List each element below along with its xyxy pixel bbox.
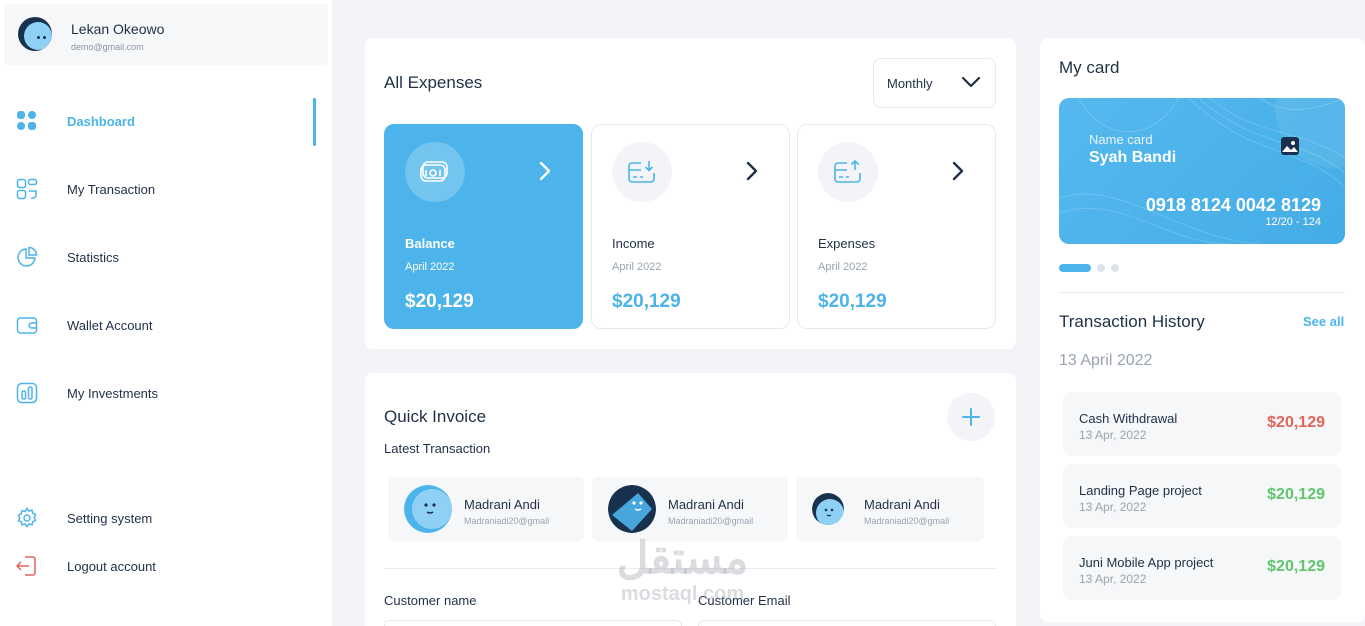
sidebar-item-label: My Investments <box>67 385 159 401</box>
see-all-link[interactable]: See all <box>1303 314 1344 329</box>
stat-label: Income <box>612 236 655 251</box>
transaction-title: Juni Mobile App project <box>1079 555 1214 570</box>
customer-email-input[interactable] <box>698 620 996 626</box>
add-invoice-button[interactable] <box>947 393 995 441</box>
sidebar-item-setting-system[interactable]: Setting system <box>0 498 332 538</box>
income-card[interactable]: Income April 2022 $20,129 <box>591 124 790 329</box>
transaction-item[interactable]: Landing Page project 13 Apr, 2022 $20,12… <box>1063 464 1341 528</box>
card-holder-name: Syah Bandi <box>1089 149 1177 166</box>
profile-card[interactable]: Lekan Okeowo demo@gmail.com <box>4 4 328 65</box>
sidebar-item-my-investments[interactable]: My Investments <box>0 373 332 413</box>
carousel-dot[interactable] <box>1097 264 1105 272</box>
transaction-title: Landing Page project <box>1079 483 1202 498</box>
bank-card[interactable]: Name card Syah Bandi 0918 8124 0042 8129… <box>1059 98 1345 244</box>
transaction-amount: $20,129 <box>1267 414 1325 431</box>
stat-value: $20,129 <box>612 291 681 312</box>
contact-item[interactable]: Madrani Andi Madraniadi20@gmail <box>388 477 584 541</box>
sidebar-item-label: Statistics <box>67 249 120 265</box>
contact-email: Madraniadi20@gmail <box>668 516 754 526</box>
stat-value: $20,129 <box>818 291 887 312</box>
wallet-cash-icon <box>405 142 465 202</box>
stat-date: April 2022 <box>405 261 455 273</box>
transaction-date: 13 Apr, 2022 <box>1079 500 1147 514</box>
sidebar: Lekan Okeowo demo@gmail.com Dashboard My… <box>0 0 332 626</box>
contact-item[interactable]: Madrani Andi Madraniadi20@gmail <box>592 477 788 541</box>
contact-email: Madraniadi20@gmail <box>464 516 550 526</box>
transaction-amount: $20,129 <box>1267 486 1325 503</box>
avatar <box>812 493 844 525</box>
carousel-dot[interactable] <box>1111 264 1119 272</box>
logout-icon <box>16 555 38 577</box>
transaction-date: 13 Apr, 2022 <box>1079 572 1147 586</box>
stat-date: April 2022 <box>818 261 868 273</box>
profile-email: demo@gmail.com <box>71 42 144 52</box>
chevron-right-icon <box>538 161 552 186</box>
invoice-title: Quick Invoice <box>384 407 487 426</box>
sidebar-item-label: Wallet Account <box>67 317 153 333</box>
card-name-label: Name card <box>1089 132 1153 147</box>
transaction-icon <box>16 178 38 200</box>
period-select[interactable]: Monthly <box>873 58 996 108</box>
period-select-value: Monthly <box>887 76 933 91</box>
stat-label: Balance <box>405 236 455 251</box>
bar-chart-icon <box>16 382 38 404</box>
contact-item[interactable]: Madrani Andi Madraniadi20@gmail <box>796 477 984 541</box>
transaction-title: Cash Withdrawal <box>1079 411 1178 426</box>
expenses-card[interactable]: Expenses April 2022 $20,129 <box>797 124 996 329</box>
contact-email: Madraniadi20@gmail <box>864 516 950 526</box>
card-expiry: 12/20 - 124 <box>1265 216 1321 228</box>
card-number: 0918 8124 0042 8129 <box>1145 195 1321 215</box>
chevron-right-icon <box>951 161 965 186</box>
sidebar-item-label: Dashboard <box>67 113 135 129</box>
sidebar-item-dashboard[interactable]: Dashboard <box>0 101 332 141</box>
avatar <box>608 485 656 533</box>
sidebar-item-my-transaction[interactable]: My Transaction <box>0 169 332 209</box>
customer-email-label: Customer Email <box>698 593 791 608</box>
card-title: My card <box>1059 58 1120 77</box>
transaction-date: 13 Apr, 2022 <box>1079 428 1147 442</box>
card-upload-icon <box>818 142 878 202</box>
pie-chart-icon <box>16 246 38 268</box>
avatar <box>18 17 52 51</box>
carousel-dot-active[interactable] <box>1059 264 1091 272</box>
transaction-item[interactable]: Cash Withdrawal 13 Apr, 2022 $20,129 <box>1063 392 1341 456</box>
profile-name: Lekan Okeowo <box>71 21 165 37</box>
divider <box>1059 292 1345 293</box>
expenses-title: All Expenses <box>384 73 483 92</box>
divider <box>384 568 996 569</box>
sidebar-item-statistics[interactable]: Statistics <box>0 237 332 277</box>
image-icon <box>1280 136 1300 161</box>
contact-name: Madrani Andi <box>668 497 744 512</box>
wallet-icon <box>16 314 38 336</box>
contact-name: Madrani Andi <box>464 497 540 512</box>
plus-icon <box>962 408 980 426</box>
card-download-icon <box>612 142 672 202</box>
stat-label: Expenses <box>818 236 876 251</box>
sidebar-item-wallet-account[interactable]: Wallet Account <box>0 305 332 345</box>
sidebar-item-label: Setting system <box>67 510 153 526</box>
active-indicator <box>313 98 316 146</box>
chevron-right-icon <box>745 161 759 186</box>
gear-icon <box>16 507 38 529</box>
transaction-amount: $20,129 <box>1267 558 1325 575</box>
avatar <box>404 485 452 533</box>
customer-name-input[interactable] <box>384 620 682 626</box>
carousel-dots[interactable] <box>1059 264 1119 272</box>
history-title: Transaction History <box>1059 312 1205 331</box>
sidebar-item-logout[interactable]: Logout account <box>0 546 332 586</box>
balance-card[interactable]: Balance April 2022 $20,129 <box>384 124 583 329</box>
sidebar-item-label: My Transaction <box>67 181 156 197</box>
customer-name-label: Customer name <box>384 593 477 608</box>
dashboard-grid-icon <box>16 110 38 132</box>
transaction-item[interactable]: Juni Mobile App project 13 Apr, 2022 $20… <box>1063 536 1341 600</box>
history-date: 13 April 2022 <box>1059 352 1153 369</box>
chevron-down-icon <box>961 75 981 94</box>
stat-date: April 2022 <box>612 261 662 273</box>
stat-value: $20,129 <box>405 291 474 312</box>
contact-name: Madrani Andi <box>864 497 940 512</box>
latest-transaction-label: Latest Transaction <box>384 441 491 456</box>
sidebar-item-label: Logout account <box>67 558 156 574</box>
